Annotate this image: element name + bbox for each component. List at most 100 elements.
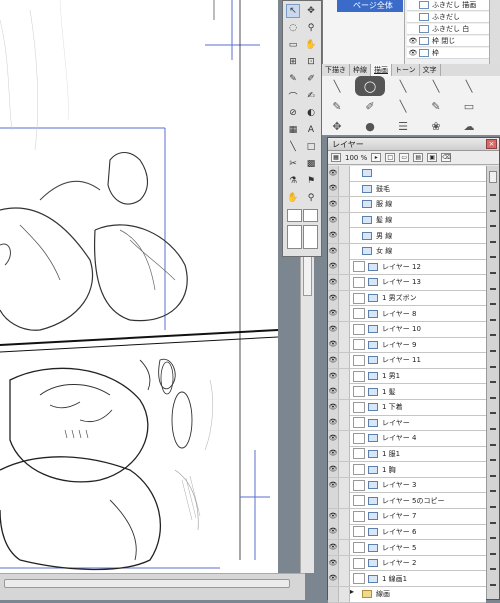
layer-row[interactable]: レイヤー 5のコピー [328,493,486,510]
eye-icon[interactable]: 👁 [328,384,339,400]
color-swatch-large[interactable] [287,225,302,249]
lock-toggle[interactable] [339,446,350,462]
layer-row[interactable]: 👁 レイヤー 7 [328,508,486,525]
brush-preset[interactable]: ☁ [454,116,484,136]
brush-preset[interactable]: ╲ [454,76,484,96]
layer-scrollbar[interactable] [486,166,499,599]
eye-icon[interactable]: 👁 [328,181,339,197]
lock-toggle[interactable] [339,259,350,275]
layer-row[interactable]: 👁 レイヤー 5 [328,540,486,556]
layer-row[interactable]: 👁 女 線 [328,243,486,260]
ruler-tool-icon[interactable]: ⊞ [286,55,300,69]
layer-row[interactable]: 👁 [328,165,486,182]
horizontal-scrollbar[interactable] [0,573,305,600]
material-row[interactable]: ふきだし [407,12,500,23]
line-tool-icon[interactable]: ╲ [286,140,300,154]
new-layer-icon[interactable]: □ [385,153,396,162]
tab-sketch[interactable]: 下描き [322,64,350,76]
eye-icon[interactable]: 👁 [328,228,339,244]
material-scrollbar[interactable] [489,0,500,64]
lock-toggle[interactable] [339,524,350,540]
material-row[interactable]: ふきだし 描画 [407,0,500,11]
eye-icon[interactable]: 👁 [328,555,339,571]
lock-toggle[interactable] [339,368,350,384]
layer-scroll-thumb[interactable] [489,171,497,183]
lock-toggle[interactable] [339,306,350,322]
new-folder-icon[interactable]: ▭ [399,153,410,162]
layer-row[interactable]: 👁 1 男1 [328,368,486,385]
pan-tool-icon[interactable]: ✋ [286,191,300,205]
brush-preset[interactable]: ✎ [421,96,451,116]
brush-tool-icon[interactable]: ⌒ [286,89,300,103]
color-swatch-large-2[interactable] [303,225,318,249]
material-row[interactable]: 👁 枠 [407,48,500,59]
shape-tool-icon[interactable]: □ [304,140,318,154]
zoom-tool-icon[interactable]: ⊡ [304,55,318,69]
eye-icon[interactable]: 👁 [328,477,339,493]
lock-toggle[interactable] [339,196,350,212]
layer-row[interactable]: 👁 1 服1 [328,446,486,463]
eye-icon[interactable]: 👁 [328,446,339,462]
layer-row[interactable]: 👁 男 線 [328,228,486,244]
stamp-tool-icon[interactable]: ⚑ [304,174,318,188]
brush-preset[interactable]: ╲ [388,96,418,116]
layer-row[interactable]: 👁 1 胸 [328,462,486,478]
layer-row[interactable]: 👁 レイヤー 12 [328,259,486,276]
eye-icon[interactable]: 👁 [328,571,339,587]
tab-text[interactable]: 文字 [420,64,441,76]
lock-toggle[interactable] [339,540,350,556]
eye-icon[interactable]: 👁 [328,290,339,306]
close-icon[interactable]: × [486,139,497,149]
layer-row[interactable]: 👁 レイヤー 3 [328,477,486,494]
eye-icon[interactable]: 👁 [328,540,339,556]
lock-toggle[interactable] [339,228,350,244]
lock-toggle[interactable] [339,274,350,290]
material-row[interactable]: 👁 枠 閉じ [407,36,500,47]
eye-icon[interactable]: 👁 [328,352,339,368]
lock-icon[interactable]: ▣ [427,153,438,162]
eyedropper-tool-icon[interactable]: ⚗ [286,174,300,188]
magic-wand-icon[interactable]: ⚲ [304,21,318,35]
eye-icon[interactable]: 👁 [328,462,339,478]
hand-tool-icon[interactable]: ✋ [304,38,318,52]
brush-preset[interactable]: ✎ [322,96,352,116]
lock-toggle[interactable] [339,399,350,415]
gradient-tool-icon[interactable]: ▦ [286,123,300,137]
move-tool-icon[interactable]: ✥ [304,4,318,18]
layer-row[interactable]: 👁 レイヤー 6 [328,524,486,541]
layer-row[interactable]: 👁 レイヤー 11 [328,352,486,369]
layer-settings-icon[interactable]: ▤ [413,153,424,162]
material-row[interactable]: ふきだし 白 [407,24,500,35]
layer-row[interactable]: 👁 1 下着 [328,399,486,416]
eye-icon[interactable]: 👁 [328,415,339,431]
lock-toggle[interactable] [339,181,350,197]
tab-tone[interactable]: トーン [392,64,420,76]
eye-icon[interactable]: 👁 [328,524,339,540]
brush-preset[interactable]: ● [355,116,385,136]
lock-toggle[interactable] [339,384,350,400]
background-color-swatch[interactable] [303,209,318,222]
foreground-color-swatch[interactable] [287,209,302,222]
eye-icon[interactable]: 👁 [328,165,339,181]
lock-toggle[interactable] [339,243,350,259]
page-all-item[interactable]: ページ全体 [337,0,403,12]
eraser-tool-icon[interactable]: ⊘ [286,106,300,120]
tone-tool-icon[interactable]: ▩ [304,157,318,171]
eye-icon[interactable]: 👁 [328,508,339,524]
blur-tool-icon[interactable]: ✂ [286,157,300,171]
horizontal-scroll-thumb[interactable] [4,579,290,588]
magnify-tool-icon[interactable]: ⚲ [304,191,318,205]
opacity-value[interactable]: 100 % [345,154,367,162]
eye-icon[interactable]: 👁 [407,37,419,45]
brush-preset[interactable]: ✥ [322,116,352,136]
layer-row[interactable]: 👁 1 男ズボン [328,290,486,307]
lock-toggle[interactable] [339,352,350,368]
lock-toggle[interactable] [339,165,350,181]
pencil-tool-icon[interactable]: ✐ [304,72,318,86]
eye-icon[interactable]: 👁 [328,399,339,415]
eye-icon[interactable]: 👁 [328,321,339,337]
lock-toggle[interactable] [339,571,350,587]
lock-toggle[interactable] [339,337,350,353]
brush-preset[interactable]: ❀ [421,116,451,136]
brush-preset[interactable]: ✐ [355,96,385,116]
